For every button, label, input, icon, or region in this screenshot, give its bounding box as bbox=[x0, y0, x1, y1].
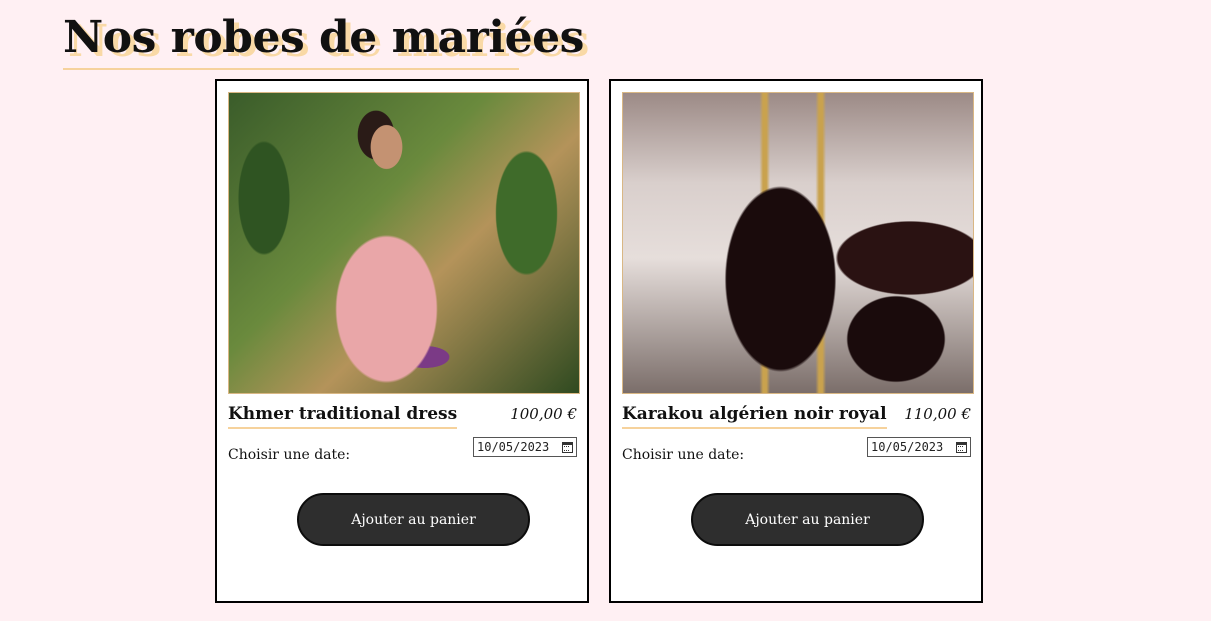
date-input[interactable]: 10/05/2023 bbox=[473, 437, 577, 457]
add-to-cart-button[interactable]: Ajouter au panier bbox=[691, 493, 924, 546]
date-label: Choisir une date: bbox=[228, 447, 351, 463]
product-image[interactable] bbox=[228, 92, 580, 394]
calendar-icon[interactable] bbox=[562, 441, 573, 453]
product-card: Khmer traditional dress 100,00 € Choisir… bbox=[215, 79, 589, 603]
product-card: Karakou algérien noir royal 110,00 € Cho… bbox=[609, 79, 983, 603]
product-price: 110,00 € bbox=[904, 405, 971, 423]
date-input-value: 10/05/2023 bbox=[477, 440, 550, 454]
date-label: Choisir une date: bbox=[622, 447, 745, 463]
product-name[interactable]: Khmer traditional dress bbox=[228, 403, 458, 429]
add-to-cart-button[interactable]: Ajouter au panier bbox=[297, 493, 530, 546]
page-title: Nos robes de mariées bbox=[63, 12, 584, 63]
date-input[interactable]: 10/05/2023 bbox=[867, 437, 971, 457]
calendar-icon[interactable] bbox=[956, 441, 967, 453]
product-image[interactable] bbox=[622, 92, 974, 394]
date-input-value: 10/05/2023 bbox=[871, 440, 944, 454]
product-name[interactable]: Karakou algérien noir royal bbox=[622, 403, 887, 429]
title-underline bbox=[63, 68, 519, 70]
product-price: 100,00 € bbox=[510, 405, 577, 423]
